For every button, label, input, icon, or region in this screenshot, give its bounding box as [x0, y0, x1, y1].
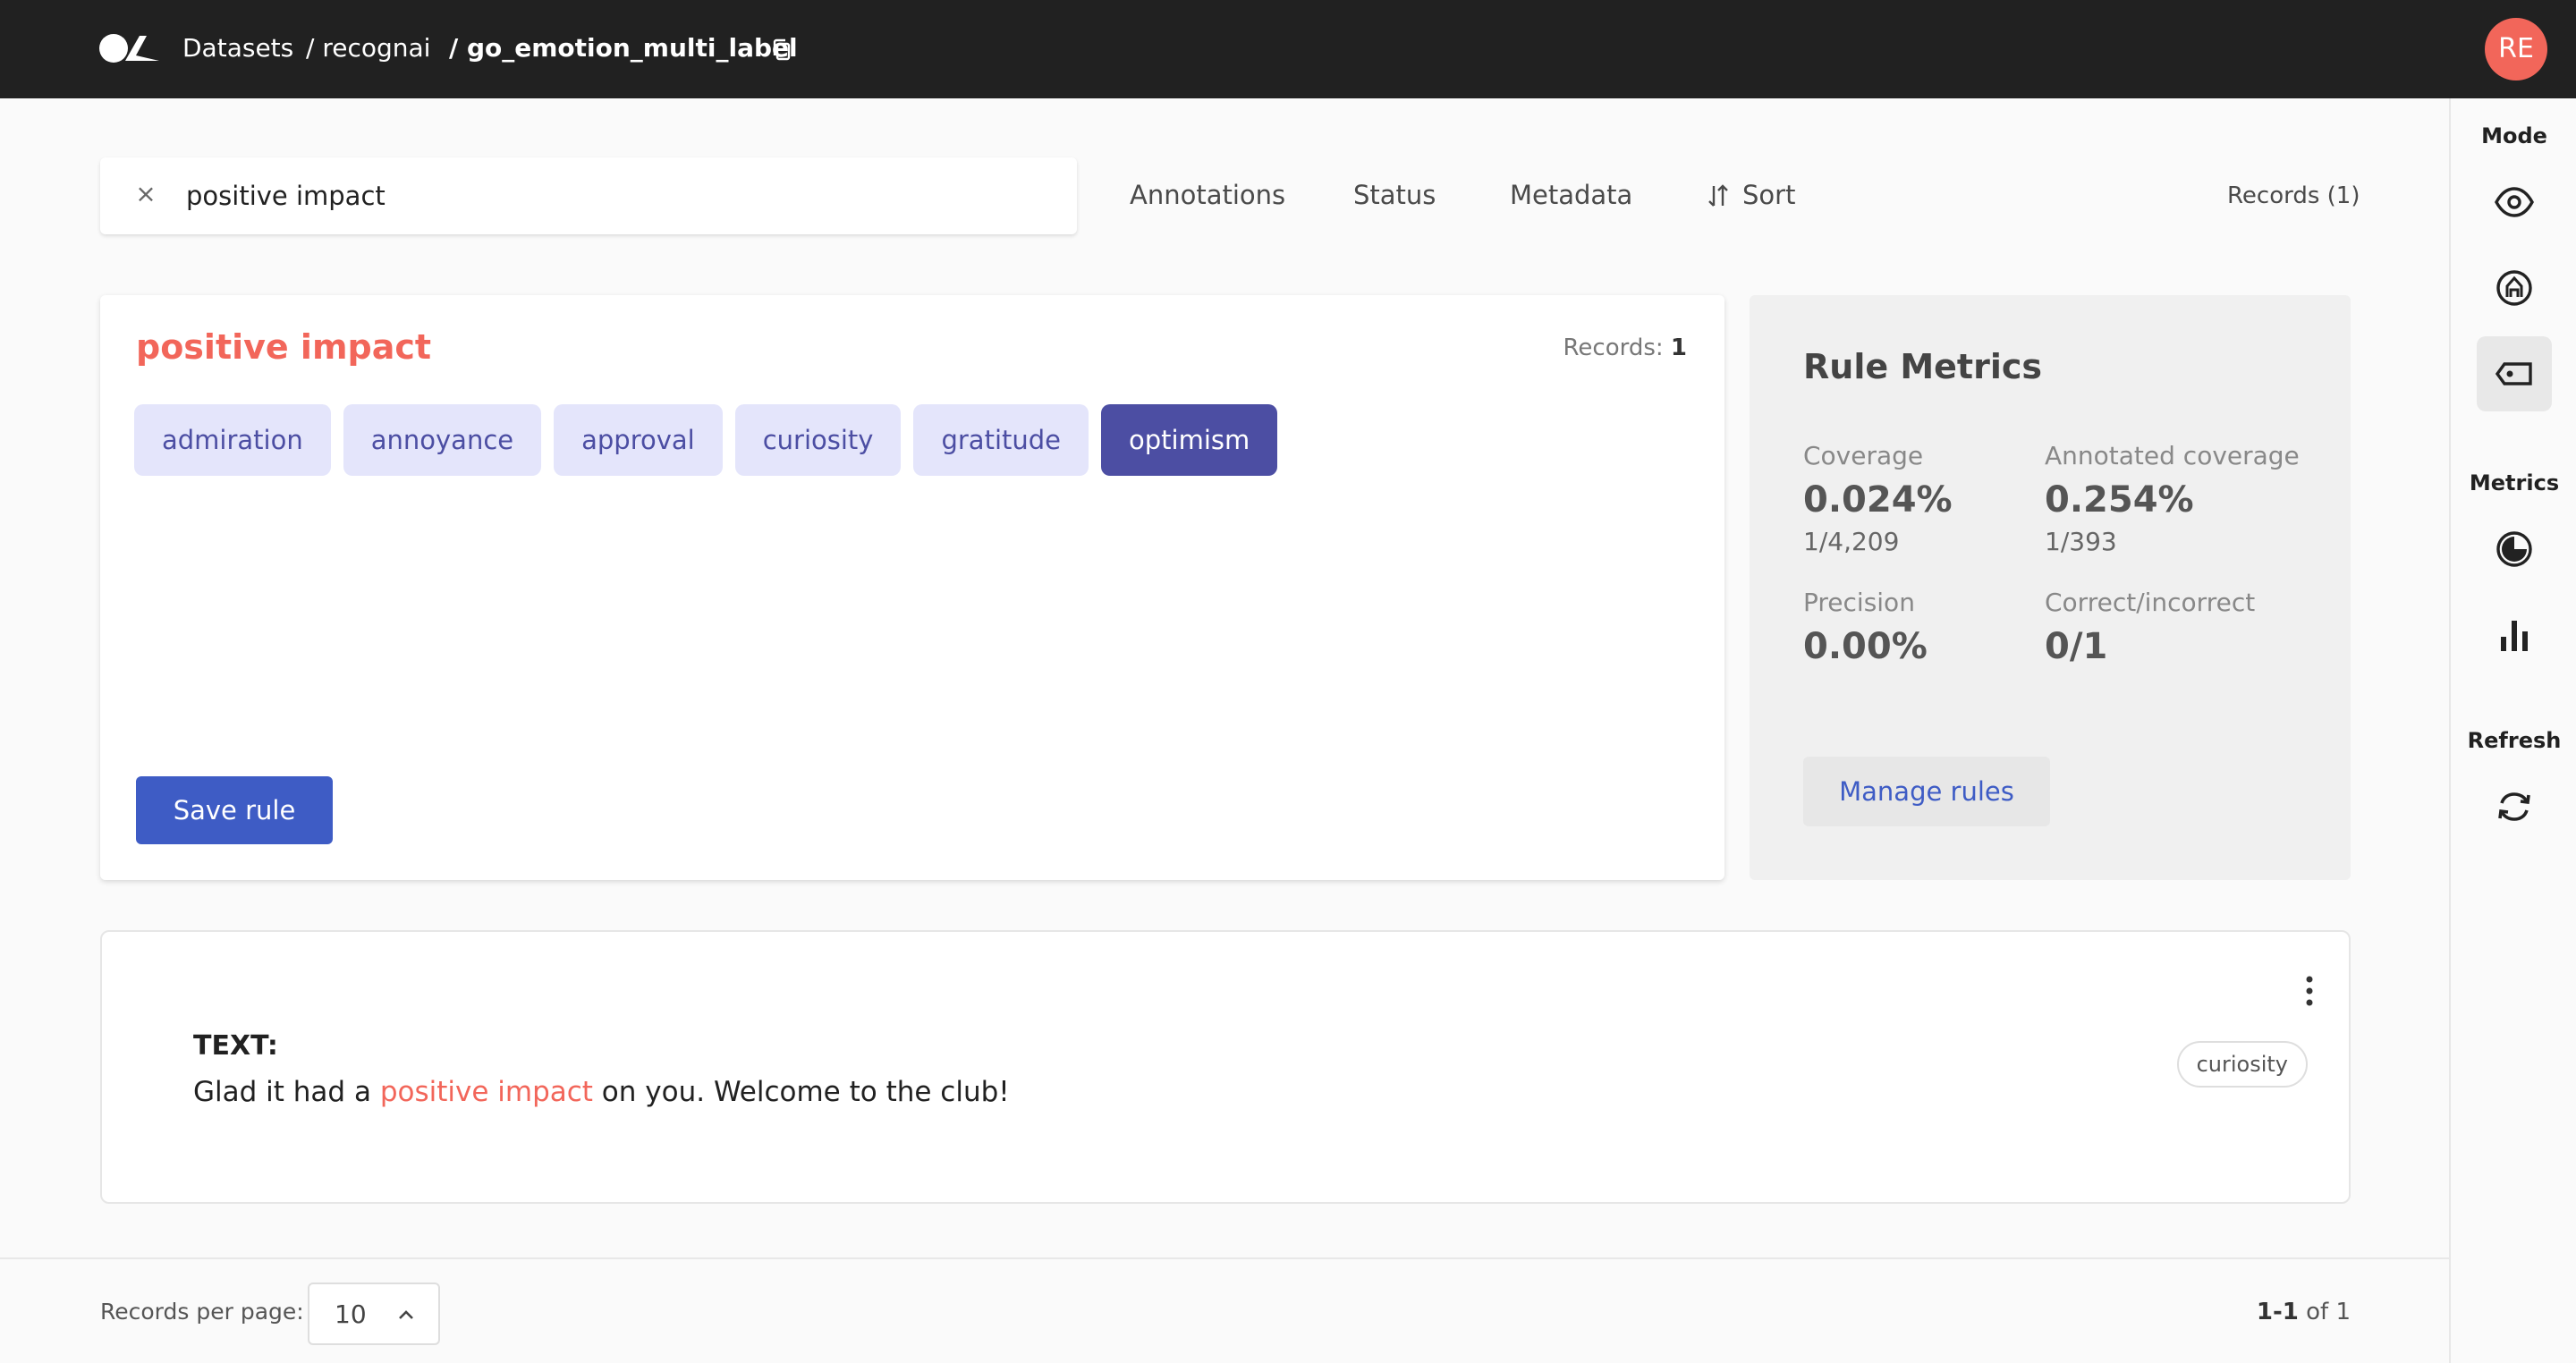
record-text-highlight: positive impact — [379, 1076, 593, 1108]
breadcrumb-dataset: / go_emotion_multi_label — [449, 33, 798, 63]
manage-rules-button[interactable]: Manage rules — [1803, 757, 2050, 826]
weak-labelling-mode-button[interactable] — [2477, 336, 2552, 411]
filter-annotations[interactable]: Annotations — [1130, 177, 1285, 213]
annotate-icon — [2496, 270, 2532, 306]
bar-chart-icon — [2501, 621, 2528, 651]
records-per-page-value: 10 — [335, 1300, 367, 1329]
label-annoyance[interactable]: annoyance — [343, 404, 542, 476]
annotated-coverage-sub: 1/393 — [2045, 527, 2117, 556]
refresh-button[interactable] — [2477, 769, 2552, 844]
breadcrumb-datasets[interactable]: Datasets — [182, 32, 293, 64]
record-field-key: TEXT: — [193, 1030, 278, 1062]
records-per-page-select[interactable]: 10 — [308, 1283, 440, 1345]
argilla-logo-icon[interactable] — [98, 30, 161, 66]
label-gratitude[interactable]: gratitude — [913, 404, 1089, 476]
coverage-sub: 1/4,209 — [1803, 527, 1900, 556]
save-rule-button[interactable]: Save rule — [136, 776, 333, 844]
rule-records: Records: 1 — [1563, 333, 1688, 363]
rule-metrics-panel: Rule Metrics Coverage 0.024% 1/4,209 Ann… — [1750, 295, 2351, 880]
record-card: TEXT: Glad it had a positive impact on y… — [100, 930, 2351, 1204]
record-text-before: Glad it had a — [193, 1076, 380, 1108]
rule-records-label: Records: — [1563, 334, 1664, 361]
clear-search-icon[interactable]: × — [132, 181, 159, 207]
filter-status[interactable]: Status — [1353, 177, 1436, 213]
progress-metrics-button[interactable] — [2477, 512, 2552, 587]
label-options: admiration annoyance approval curiosity … — [134, 404, 1278, 476]
pagination-total: of 1 — [2306, 1299, 2351, 1325]
right-sidebar: Mode Metrics Refresh — [2449, 98, 2576, 1363]
refresh-icon — [2498, 792, 2530, 821]
search-query[interactable]: positive impact — [186, 179, 386, 213]
progress-circle-icon — [2496, 531, 2532, 567]
more-options-icon[interactable] — [2304, 975, 2315, 1007]
sort-button[interactable]: Sort — [1742, 177, 1795, 213]
mode-label: Mode — [2481, 123, 2547, 148]
record-text-after: on you. Welcome to the club! — [592, 1076, 1010, 1108]
copy-icon[interactable] — [771, 38, 794, 63]
rule-query-title: positive impact — [136, 327, 432, 367]
breadcrumb-workspace[interactable]: / recognai — [306, 32, 430, 64]
correct-incorrect-value: 0/1 — [2045, 626, 2108, 667]
label-curiosity[interactable]: curiosity — [734, 404, 902, 476]
coverage-value: 0.024% — [1803, 479, 1953, 521]
filter-metadata[interactable]: Metadata — [1510, 177, 1632, 213]
rule-records-value: 1 — [1670, 334, 1687, 361]
label-optimism[interactable]: optimism — [1101, 404, 1278, 476]
sort-icon[interactable] — [1707, 182, 1730, 209]
precision-label: Precision — [1803, 588, 1915, 617]
chevron-up-icon — [399, 1310, 413, 1319]
tag-icon — [2495, 362, 2532, 385]
refresh-label: Refresh — [2467, 728, 2562, 753]
search-bar[interactable]: × positive impact — [100, 157, 1077, 234]
annotated-coverage-value: 0.254% — [2045, 479, 2194, 521]
pagination-range: 1-1 of 1 — [2257, 1297, 2351, 1327]
stats-metrics-button[interactable] — [2477, 597, 2552, 673]
label-approval[interactable]: approval — [554, 404, 723, 476]
precision-value: 0.00% — [1803, 626, 1928, 667]
record-annotation-tag: curiosity — [2176, 1041, 2308, 1088]
pagination-footer: Records per page: 10 1-1 of 1 — [0, 1257, 2449, 1363]
records-count: Records (1) — [2227, 182, 2360, 209]
rule-metrics-title: Rule Metrics — [1803, 347, 2043, 386]
label-admiration[interactable]: admiration — [134, 404, 331, 476]
record-text: Glad it had a positive impact on you. We… — [193, 1073, 1010, 1111]
pagination-range-value: 1-1 — [2256, 1299, 2299, 1325]
rule-definition-card: positive impact Records: 1 admiration an… — [100, 295, 1724, 880]
metrics-label: Metrics — [2469, 470, 2560, 495]
explore-mode-button[interactable] — [2477, 165, 2552, 240]
correct-incorrect-label: Correct/incorrect — [2045, 588, 2256, 617]
eye-icon — [2495, 187, 2534, 217]
user-avatar[interactable]: RE — [2485, 18, 2547, 80]
top-bar: Datasets / recognai / go_emotion_multi_l… — [0, 0, 2576, 98]
annotate-mode-button[interactable] — [2477, 250, 2552, 326]
annotated-coverage-label: Annotated coverage — [2045, 441, 2300, 470]
records-per-page-label: Records per page: — [100, 1299, 304, 1325]
coverage-label: Coverage — [1803, 441, 1924, 470]
